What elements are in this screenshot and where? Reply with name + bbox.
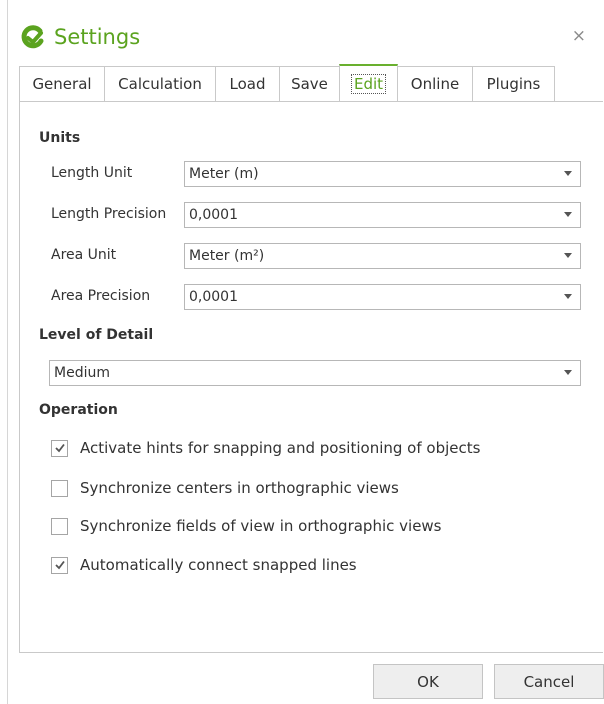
auto-connect-lines-checkbox[interactable] bbox=[51, 556, 68, 574]
operation-heading: Operation bbox=[39, 402, 118, 418]
tab-save[interactable]: Save bbox=[279, 66, 340, 101]
cancel-button[interactable]: Cancel bbox=[494, 664, 604, 699]
sync-fields-of-view-option[interactable]: Synchronize fields of view in orthograph… bbox=[51, 517, 442, 535]
chevron-down-icon bbox=[564, 294, 572, 299]
snapping-hints-checkbox[interactable] bbox=[51, 439, 68, 457]
area-precision-select[interactable]: 0,0001 bbox=[184, 284, 581, 310]
area-unit-select[interactable]: Meter (m²) bbox=[184, 243, 581, 269]
chevron-down-icon bbox=[564, 212, 572, 217]
area-precision-label: Area Precision bbox=[51, 288, 151, 304]
window-frame bbox=[7, 0, 8, 704]
tab-online[interactable]: Online bbox=[397, 66, 473, 101]
app-logo-icon bbox=[20, 24, 46, 50]
dialog-title-bar: Settings bbox=[20, 22, 140, 52]
units-heading: Units bbox=[39, 130, 81, 146]
auto-connect-lines-option[interactable]: Automatically connect snapped lines bbox=[51, 556, 357, 574]
ok-button[interactable]: OK bbox=[373, 664, 483, 699]
tab-edit[interactable]: Edit bbox=[339, 64, 398, 101]
length-unit-select[interactable]: Meter (m) bbox=[184, 161, 581, 187]
sync-fields-of-view-checkbox[interactable] bbox=[51, 517, 68, 535]
snapping-hints-option[interactable]: Activate hints for snapping and position… bbox=[51, 439, 480, 457]
tab-general[interactable]: General bbox=[19, 66, 105, 101]
length-precision-label: Length Precision bbox=[51, 206, 167, 222]
level-of-detail-heading: Level of Detail bbox=[39, 327, 154, 343]
close-icon[interactable]: × bbox=[572, 26, 586, 46]
tab-plugins[interactable]: Plugins bbox=[472, 66, 555, 101]
tab-load[interactable]: Load bbox=[215, 66, 280, 101]
length-precision-select[interactable]: 0,0001 bbox=[184, 202, 581, 228]
chevron-down-icon bbox=[564, 370, 572, 375]
length-unit-label: Length Unit bbox=[51, 165, 133, 181]
chevron-down-icon bbox=[564, 171, 572, 176]
check-icon bbox=[54, 443, 65, 453]
dialog-title: Settings bbox=[54, 25, 141, 49]
level-of-detail-select[interactable]: Medium bbox=[49, 360, 581, 386]
tab-bar: General Calculation Load Save Edit Onlin… bbox=[19, 64, 555, 102]
area-unit-label: Area Unit bbox=[51, 247, 117, 263]
sync-centers-option[interactable]: Synchronize centers in orthographic view… bbox=[51, 479, 399, 497]
chevron-down-icon bbox=[564, 253, 572, 258]
tab-calculation[interactable]: Calculation bbox=[104, 66, 216, 101]
check-icon bbox=[54, 560, 65, 570]
sync-centers-checkbox[interactable] bbox=[51, 479, 68, 497]
